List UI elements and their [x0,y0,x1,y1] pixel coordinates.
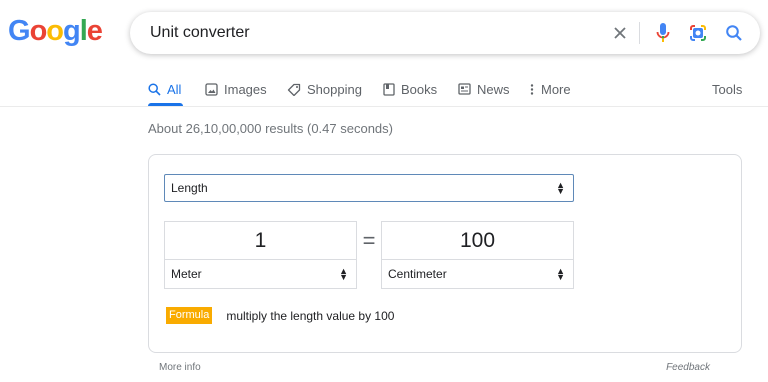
to-unit-select[interactable]: Centimeter ▲ ▼ [381,259,574,289]
tab-news[interactable]: News [458,80,510,98]
select-arrows-icon: ▲ ▼ [339,266,348,282]
logo-letter: o [46,15,64,47]
search-input[interactable] [150,12,590,54]
search-icon[interactable] [722,21,746,45]
to-value-input[interactable] [382,222,573,260]
tab-label: Tools [712,81,743,97]
tab-images[interactable]: Images [205,80,267,98]
select-arrows-icon: ▲ ▼ [556,180,565,196]
logo-letter: g [63,15,81,47]
to-unit-panel: Centimeter ▲▼ [381,221,574,289]
search-icon [148,82,161,96]
microphone-icon[interactable] [651,21,675,45]
tab-label: News [477,81,510,97]
newspaper-icon [458,83,471,95]
google-logo[interactable]: Google [8,14,103,48]
feedback-link[interactable]: Feedback [666,362,710,373]
logo-letter: e [86,15,103,47]
tab-label: Shopping [307,81,362,97]
equals-sign: = [362,228,376,253]
from-unit-value: Meter [171,267,202,281]
tabs-divider [0,106,768,107]
category-select[interactable]: Length ▲ ▼ [164,174,574,202]
more-vert-icon [530,83,534,95]
image-icon [205,82,218,96]
search-bar-divider [639,22,640,44]
formula-badge: Formula [166,307,213,324]
search-bar [130,12,760,54]
to-unit-value: Centimeter [388,267,447,281]
formula-row: Formula multiply the length value by 100 [166,307,394,324]
search-results-page: Google Unit converter All Images Shoppin… [0,0,768,382]
tab-all[interactable]: All [148,80,181,98]
from-unit-panel: Meter ▲▼ [164,221,357,289]
tab-more[interactable]: More [529,80,571,98]
tab-label: Books [401,81,438,97]
more-info-link[interactable]: More info [159,362,201,373]
from-value-input[interactable] [165,222,356,260]
logo-letter: l [79,15,88,47]
logo-letter: o [29,15,48,47]
result-stats: About 26,10,00,000 results (0.47 seconds… [148,121,393,136]
unit-converter-card: Length ▲▼ Meter ▲▼ = Centimeter ▲▼ Formu… [148,154,742,353]
tools-button[interactable]: Tools [712,80,742,98]
search-tabs: All Images Shopping Books News More Tool… [148,80,768,106]
from-unit-select[interactable]: Meter ▲ ▼ [164,259,357,289]
logo-letter: G [8,15,31,47]
book-icon [383,82,395,96]
formula-text: multiply the length value by 100 [226,308,395,323]
close-icon[interactable] [608,21,632,45]
category-select-value: Length [171,181,208,195]
tab-label: More [541,81,571,97]
tab-label: All [167,81,182,97]
tab-shopping[interactable]: Shopping [287,80,362,98]
tag-icon [287,83,301,96]
tab-label: Images [224,81,267,97]
camera-lens-icon[interactable] [686,21,710,45]
select-arrows-icon: ▲ ▼ [556,266,565,282]
tab-books[interactable]: Books [383,80,437,98]
